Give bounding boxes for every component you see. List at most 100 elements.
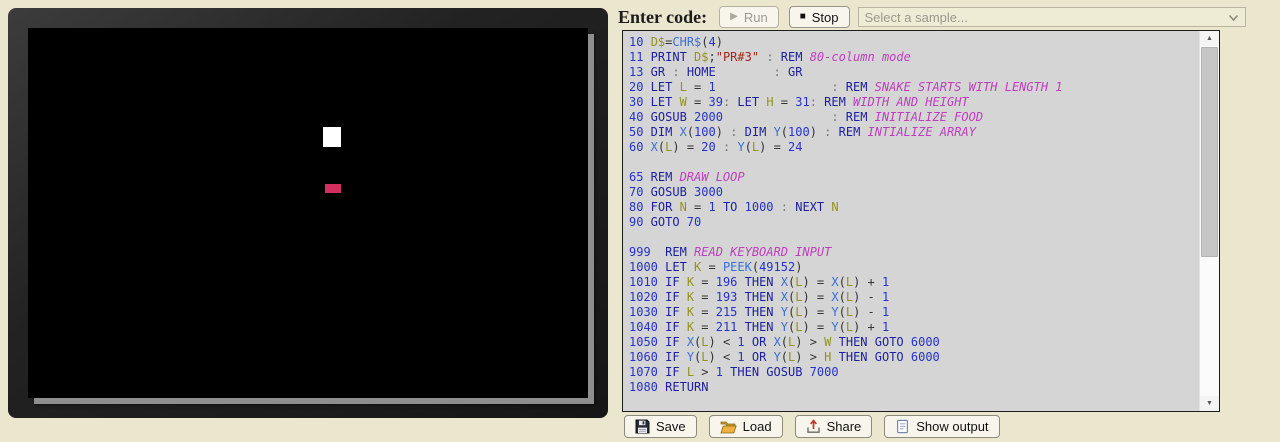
code-token: NEXT (795, 200, 824, 214)
code-token: 70 (680, 215, 702, 229)
code-token: 1080 (629, 380, 658, 394)
code-line: 1020 IF K = 193 THEN X(L) = X(L) - 1 (629, 290, 1199, 305)
sample-select[interactable]: Select a sample... (858, 7, 1246, 27)
code-token: Y (766, 125, 780, 139)
code-token: = (701, 260, 715, 274)
code-token: L (672, 80, 686, 94)
code-token: = (687, 80, 701, 94)
share-button[interactable]: Share (795, 415, 873, 438)
code-token: 30 (629, 95, 643, 109)
code-token: + (860, 320, 874, 334)
code-token: 3000 (687, 185, 723, 199)
code-token: 49152 (759, 260, 795, 274)
code-token: 196 (709, 275, 738, 289)
code-token: 100 (788, 125, 810, 139)
code-token: 1010 (629, 275, 658, 289)
code-line: 1060 IF Y(L) < 1 OR Y(L) > H THEN GOTO 6… (629, 350, 1199, 365)
code-token: = (687, 95, 701, 109)
code-token: LET (658, 260, 687, 274)
scroll-up-button[interactable]: ▲ (1200, 31, 1219, 46)
code-token: : (810, 95, 817, 109)
code-token: THEN (737, 290, 773, 304)
code-editor[interactable]: 10 D$=CHR$(4)11 PRINT D$;"PR#3" : REM 80… (622, 30, 1220, 412)
run-button-label: Run (744, 10, 768, 25)
code-token: REM (846, 110, 868, 124)
scroll-down-button[interactable]: ▼ (1200, 396, 1219, 411)
code-token: ( (781, 335, 788, 349)
editor-scrollbar[interactable]: ▲ ▼ (1199, 31, 1219, 411)
code-token: ( (839, 290, 846, 304)
show-output-button[interactable]: Show output (884, 415, 999, 438)
code-token: GOSUB (759, 365, 802, 379)
stop-button[interactable]: ■ Stop (789, 6, 850, 28)
code-token: 60 (629, 140, 643, 154)
code-token: 20 (629, 80, 643, 94)
code-token: - (860, 305, 874, 319)
code-line (629, 395, 1199, 410)
code-token: DIM (745, 125, 767, 139)
code-token: : (817, 125, 839, 139)
code-content[interactable]: 10 D$=CHR$(4)11 PRINT D$;"PR#3" : REM 80… (623, 31, 1199, 411)
code-token: 20 (694, 140, 716, 154)
code-token: : (831, 80, 845, 94)
load-button[interactable]: Load (709, 415, 783, 438)
code-token: ( (781, 350, 788, 364)
code-token: ) (795, 335, 802, 349)
code-token: : (665, 65, 687, 79)
save-button[interactable]: Save (624, 415, 697, 438)
code-token: 211 (709, 320, 738, 334)
code-token: 50 (629, 125, 643, 139)
code-token: Y (774, 320, 788, 334)
code-token: W (672, 95, 686, 109)
code-token: ) (672, 140, 679, 154)
code-token: 1030 (629, 305, 658, 319)
code-token: INITIALIZE FOOD (687, 410, 803, 411)
code-token: THEN (831, 335, 867, 349)
toolbar: Enter code: ▶ Run ■ Stop Select a sample… (618, 4, 1280, 30)
code-token: 1 (709, 365, 723, 379)
code-token: 2000 (687, 110, 723, 124)
run-button[interactable]: ▶ Run (719, 6, 779, 28)
code-token: GOTO (868, 335, 904, 349)
code-token: Y (824, 305, 838, 319)
code-line: 65 REM DRAW LOOP (629, 170, 1199, 185)
code-token: L (846, 320, 853, 334)
code-token: L (701, 350, 708, 364)
code-token: = (694, 305, 708, 319)
code-token (716, 65, 774, 79)
footer-buttons: Save Load Share (624, 415, 1000, 438)
code-token: ( (687, 125, 694, 139)
code-token: = (810, 320, 824, 334)
code-token: ) (709, 350, 716, 364)
code-token: THEN (723, 365, 759, 379)
code-token: OR (745, 350, 767, 364)
code-token: 40 (629, 110, 643, 124)
code-token: INTIALIZE ARRAY (860, 125, 976, 139)
code-token: WIDTH AND HEIGHT (846, 95, 969, 109)
code-token (643, 35, 650, 49)
code-line (629, 155, 1199, 170)
code-token: X (774, 290, 788, 304)
code-token: ) (716, 125, 723, 139)
code-token: ) (802, 320, 809, 334)
code-token: ) (810, 125, 817, 139)
code-token: Y (680, 350, 694, 364)
code-token: REM (846, 80, 868, 94)
code-token: 70 (629, 185, 643, 199)
code-line: 50 DIM X(100) : DIM Y(100) : REM INTIALI… (629, 125, 1199, 140)
code-token: IF (658, 305, 680, 319)
code-token: 1 (875, 275, 889, 289)
code-token: 7000 (802, 365, 838, 379)
code-token: : (723, 125, 745, 139)
code-token: ( (701, 35, 708, 49)
scrollbar-thumb[interactable] (1201, 47, 1218, 257)
code-line: 30 LET W = 39: LET H = 31: REM WIDTH AND… (629, 95, 1199, 110)
code-line: 11 PRINT D$;"PR#3" : REM 80-column mode (629, 50, 1199, 65)
code-token: X (643, 140, 657, 154)
code-line: 1010 IF K = 196 THEN X(L) = X(L) + 1 (629, 275, 1199, 290)
code-token: 6000 (904, 335, 940, 349)
code-line: 90 GOTO 70 (629, 215, 1199, 230)
stop-icon: ■ (800, 12, 806, 22)
code-token: GR (643, 65, 665, 79)
code-token: K (687, 260, 701, 274)
